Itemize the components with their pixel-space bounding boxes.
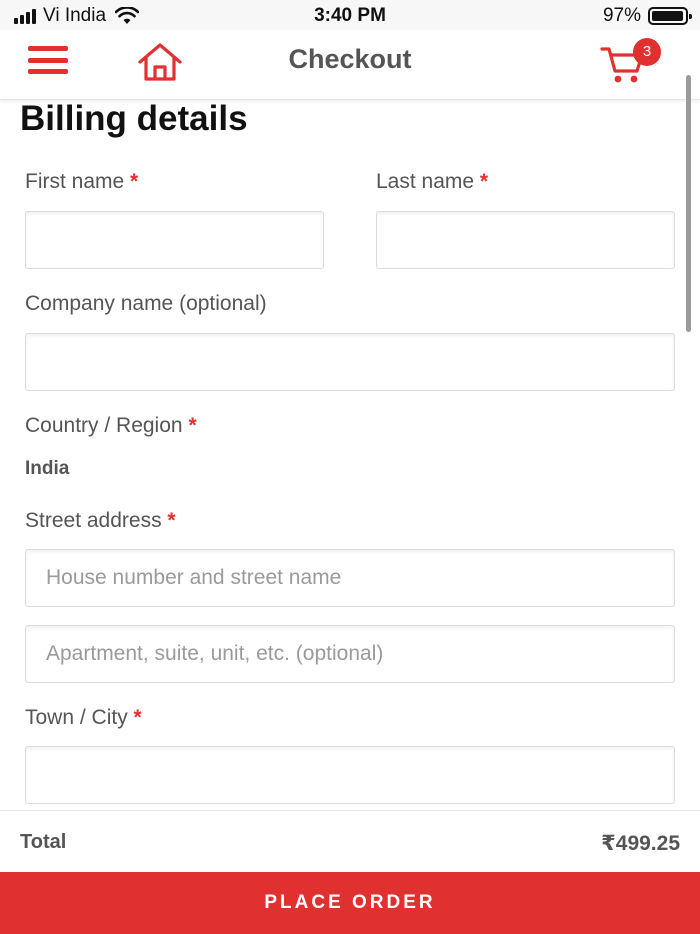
city-field[interactable] <box>25 746 675 804</box>
company-name-field[interactable] <box>25 333 675 391</box>
city-label-text: Town / City <box>25 706 128 729</box>
status-bar: Vi India 3:40 PM 97% <box>0 0 700 30</box>
required-mark: * <box>167 509 176 532</box>
street-address-line1-field[interactable] <box>25 549 675 607</box>
order-total-bar: Total ₹499.25 <box>0 810 700 872</box>
battery-percent: 97% <box>602 5 641 26</box>
last-name-field[interactable] <box>376 211 675 269</box>
company-name-label: Company name (optional) <box>25 292 267 315</box>
country-label-text: Country / Region <box>25 414 183 437</box>
battery-icon <box>648 7 692 25</box>
battery-cap <box>689 14 692 19</box>
status-time: 3:40 PM <box>314 5 386 26</box>
place-order-button[interactable]: PLACE ORDER <box>0 872 700 934</box>
first-name-label-text: First name <box>25 170 125 193</box>
battery-fill <box>652 11 684 21</box>
cart-count-badge: 3 <box>633 38 661 66</box>
last-name-label: Last name * <box>376 170 488 194</box>
status-right: 97% <box>602 5 692 27</box>
cart-button[interactable]: 3 <box>596 36 666 86</box>
required-mark: * <box>479 170 489 193</box>
city-label: Town / City * <box>25 706 142 730</box>
last-name-label-text: Last name <box>376 170 475 193</box>
page-title: Billing details <box>20 99 248 138</box>
scrollbar[interactable] <box>686 75 691 332</box>
street-address-line2-field[interactable] <box>25 625 675 683</box>
first-name-label: First name * <box>25 170 138 194</box>
required-mark: * <box>188 414 197 437</box>
required-mark: * <box>130 170 139 193</box>
required-mark: * <box>133 706 142 729</box>
street-address-label: Street address * <box>25 509 176 533</box>
country-label: Country / Region * <box>25 414 197 438</box>
country-value: India <box>25 458 70 479</box>
total-label: Total <box>20 831 67 853</box>
first-name-field[interactable] <box>25 211 324 269</box>
page-header-title: Checkout <box>288 44 412 74</box>
app-header: Checkout 3 <box>0 30 700 100</box>
street-address-label-text: Street address <box>25 509 162 532</box>
total-value: ₹499.25 <box>601 832 680 855</box>
